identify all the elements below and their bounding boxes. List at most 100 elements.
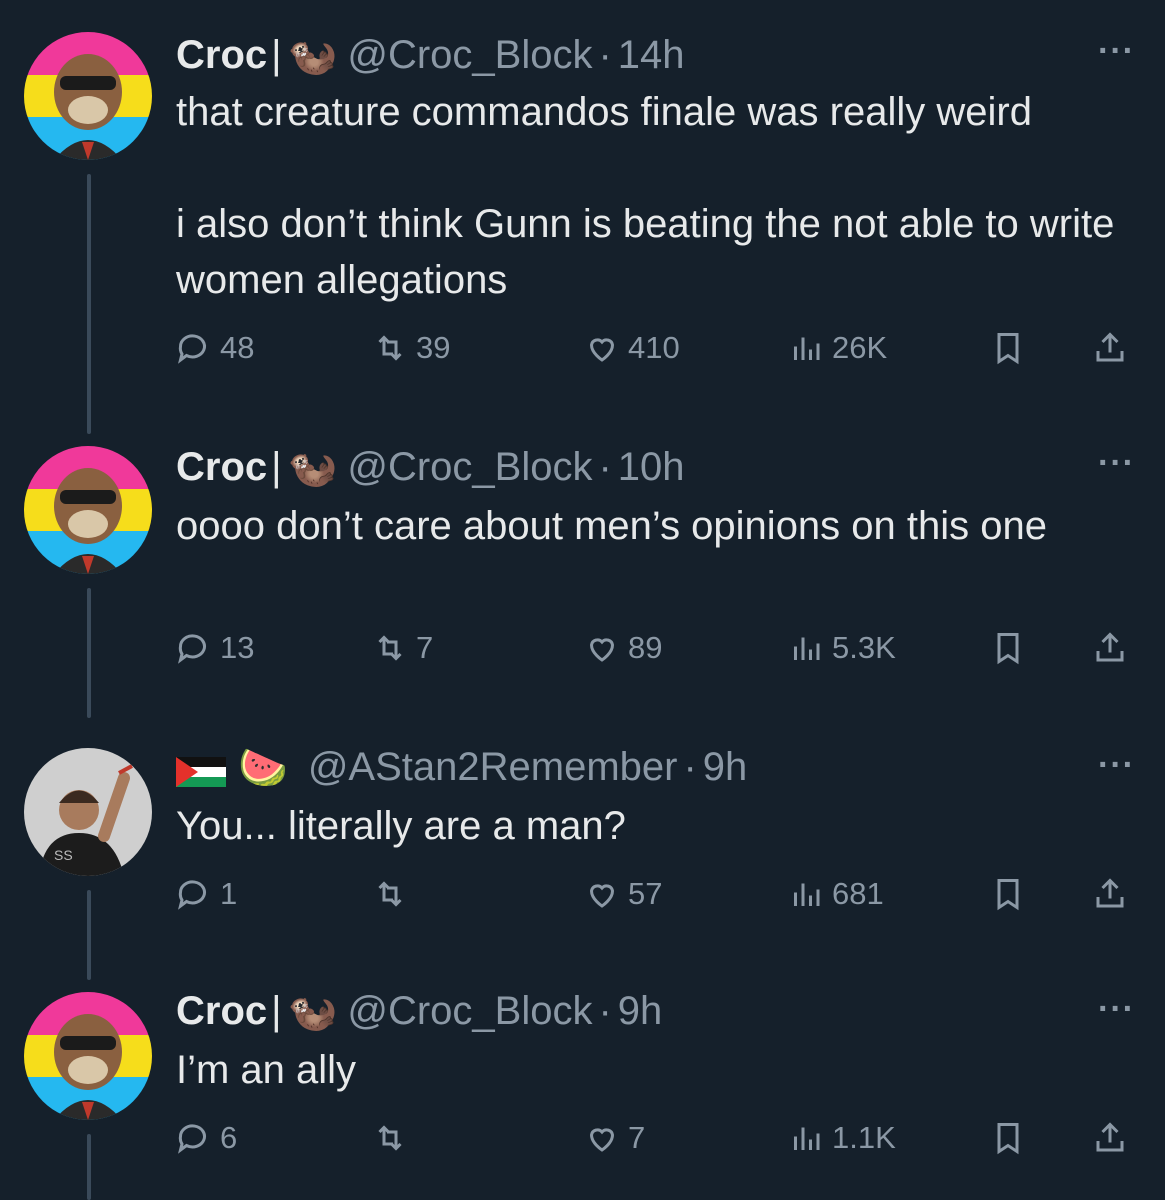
- reply-count: 6: [220, 1120, 238, 1155]
- tweet-text: I’m an ally: [176, 1048, 357, 1092]
- dot-separator: ·: [598, 988, 612, 1033]
- share-button[interactable]: [1092, 630, 1136, 666]
- action-bar: 1 57 681: [176, 876, 1136, 924]
- views-button[interactable]: 26K: [788, 330, 887, 366]
- dot-separator: ·: [598, 444, 612, 489]
- action-bar: 48 39 410 26K: [176, 330, 1136, 378]
- display-name[interactable]: Croc: [176, 989, 267, 1034]
- reply-icon: [178, 634, 206, 664]
- avatar[interactable]: [24, 32, 152, 160]
- bookmark-button[interactable]: [990, 330, 1034, 366]
- repost-icon: [378, 1125, 402, 1151]
- views-count: 26K: [832, 330, 888, 365]
- repost-button[interactable]: [372, 876, 416, 912]
- display-name[interactable]: Croc: [176, 445, 267, 490]
- reply-count: 13: [220, 630, 255, 665]
- share-button[interactable]: [1092, 330, 1136, 366]
- timestamp[interactable]: 9h: [703, 745, 748, 790]
- like-button[interactable]: 7: [584, 1120, 645, 1156]
- repost-count: 7: [416, 630, 434, 665]
- action-bar: 6 7 1.1K: [176, 1120, 1136, 1168]
- views-icon: [794, 883, 820, 906]
- thread-line: [87, 890, 91, 980]
- avatar-image: [24, 992, 152, 1120]
- like-button[interactable]: 410: [584, 330, 680, 366]
- user-handle[interactable]: @Croc_Block: [347, 445, 592, 490]
- more-icon[interactable]: ···: [1098, 990, 1135, 1029]
- like-count: 57: [628, 876, 663, 911]
- avatar[interactable]: [24, 992, 152, 1120]
- reply-button[interactable]: 6: [176, 1120, 237, 1156]
- like-button[interactable]: 89: [584, 630, 662, 666]
- tweet-header: Croc | 🦦 @Croc_Block · 10h: [176, 444, 685, 490]
- avatar-image: SS: [24, 748, 152, 876]
- reply-button[interactable]: 48: [176, 330, 254, 366]
- otter-emoji: 🦦: [287, 445, 338, 490]
- share-button[interactable]: [1092, 1120, 1136, 1156]
- tweet-text: oooo don’t care about men’s opinions on …: [176, 504, 1047, 548]
- views-button[interactable]: 1.1K: [788, 1120, 896, 1156]
- share-button[interactable]: [1092, 876, 1136, 912]
- user-handle[interactable]: @Croc_Block: [347, 989, 592, 1034]
- like-icon: [589, 338, 615, 362]
- timestamp[interactable]: 10h: [618, 445, 685, 490]
- tweet-header: Croc | 🦦 @Croc_Block · 14h: [176, 32, 685, 78]
- repost-icon: [378, 635, 402, 661]
- bookmark-button[interactable]: [990, 630, 1034, 666]
- svg-text:SS: SS: [54, 847, 73, 863]
- views-button[interactable]: 681: [788, 876, 884, 912]
- thread-line: [87, 1134, 91, 1200]
- timestamp[interactable]: 14h: [618, 33, 685, 78]
- views-count: 681: [832, 876, 884, 911]
- repost-icon: [378, 881, 402, 907]
- avatar[interactable]: [24, 446, 152, 574]
- reply-button[interactable]: 1: [176, 876, 237, 912]
- reply-count: 1: [220, 876, 238, 911]
- views-icon: [794, 637, 820, 660]
- bookmark-icon: [997, 879, 1019, 911]
- bookmark-icon: [997, 1123, 1019, 1155]
- reply-count: 48: [220, 330, 255, 365]
- share-icon: [1096, 332, 1124, 362]
- tweet-header: 🍉 @AStan2Remember · 9h: [176, 744, 747, 790]
- display-name[interactable]: Croc: [176, 33, 267, 78]
- reply-icon: [178, 1124, 206, 1154]
- user-handle[interactable]: @Croc_Block: [347, 33, 592, 78]
- share-icon: [1096, 878, 1124, 908]
- repost-button[interactable]: 39: [372, 330, 450, 366]
- dot-separator: ·: [598, 32, 612, 77]
- views-icon: [794, 337, 820, 360]
- action-bar: 13 7 89 5.3K: [176, 630, 1136, 678]
- name-separator: |: [271, 32, 282, 77]
- watermelon-emoji: 🍉: [238, 745, 288, 790]
- share-icon: [1096, 1122, 1124, 1152]
- like-button[interactable]: 57: [584, 876, 662, 912]
- like-icon: [589, 1128, 615, 1152]
- bookmark-icon: [997, 633, 1019, 665]
- avatar[interactable]: SS: [24, 748, 152, 876]
- bookmark-button[interactable]: [990, 1120, 1034, 1156]
- more-icon[interactable]: ···: [1098, 746, 1135, 785]
- otter-emoji: 🦦: [287, 989, 338, 1034]
- name-separator: |: [271, 988, 282, 1033]
- bookmark-button[interactable]: [990, 876, 1034, 912]
- more-icon[interactable]: ···: [1098, 32, 1135, 71]
- repost-count: 39: [416, 330, 451, 365]
- views-button[interactable]: 5.3K: [788, 630, 896, 666]
- repost-icon: [378, 335, 402, 361]
- tweet-header: Croc | 🦦 @Croc_Block · 9h: [176, 988, 662, 1034]
- tweet-text: that creature commandos finale was reall…: [176, 90, 1115, 302]
- more-icon[interactable]: ···: [1098, 444, 1135, 483]
- repost-button[interactable]: [372, 1120, 416, 1156]
- reply-button[interactable]: 13: [176, 630, 254, 666]
- thread-line: [87, 588, 91, 718]
- otter-emoji: 🦦: [287, 33, 338, 78]
- palestine-flag-icon: [176, 752, 226, 787]
- like-icon: [589, 638, 615, 662]
- views-count: 5.3K: [832, 630, 896, 665]
- like-icon: [589, 884, 615, 908]
- timestamp[interactable]: 9h: [618, 989, 663, 1034]
- user-handle[interactable]: @AStan2Remember: [308, 745, 678, 790]
- repost-button[interactable]: 7: [372, 630, 433, 666]
- reply-icon: [178, 880, 206, 910]
